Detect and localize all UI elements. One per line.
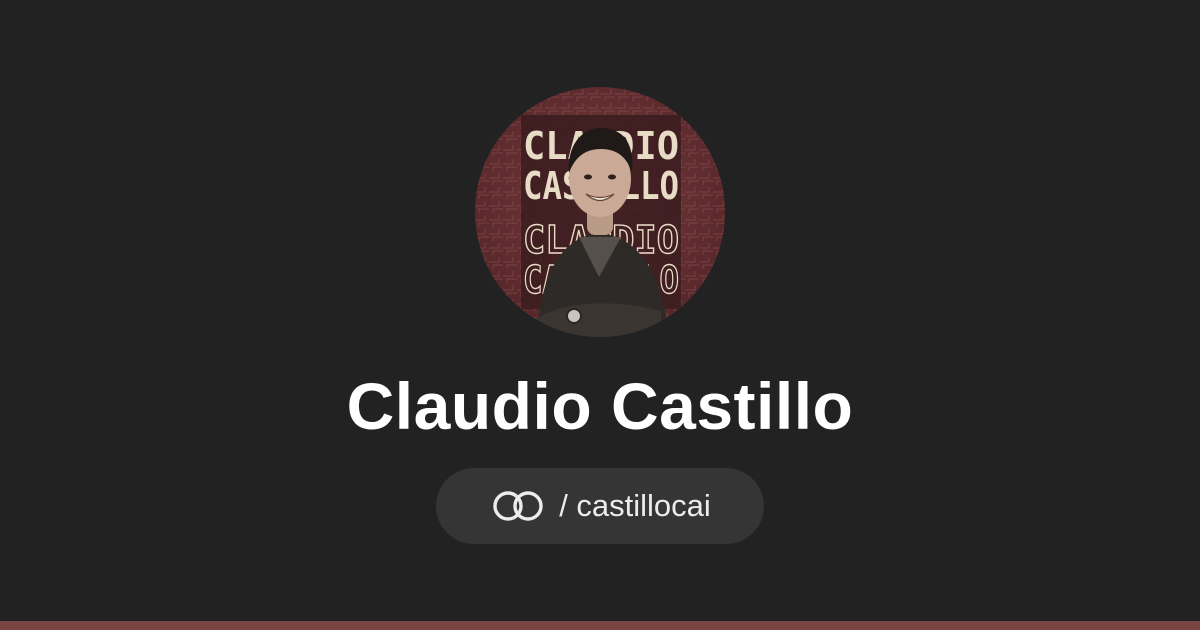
avatar-portrait: CLAUDIO CASTILLO CLAUDIO CASTILLO	[475, 87, 725, 337]
profile-name: Claudio Castillo	[346, 369, 854, 443]
accent-bar	[0, 621, 1200, 630]
profile-handle-text: / castillocai	[559, 488, 711, 523]
profile-card: CLAUDIO CASTILLO CLAUDIO CASTILLO Claudi…	[0, 0, 1200, 630]
linked-rings-icon	[493, 491, 543, 521]
profile-handle-link[interactable]: / castillocai	[436, 468, 764, 544]
avatar[interactable]: CLAUDIO CASTILLO CLAUDIO CASTILLO	[475, 87, 725, 337]
